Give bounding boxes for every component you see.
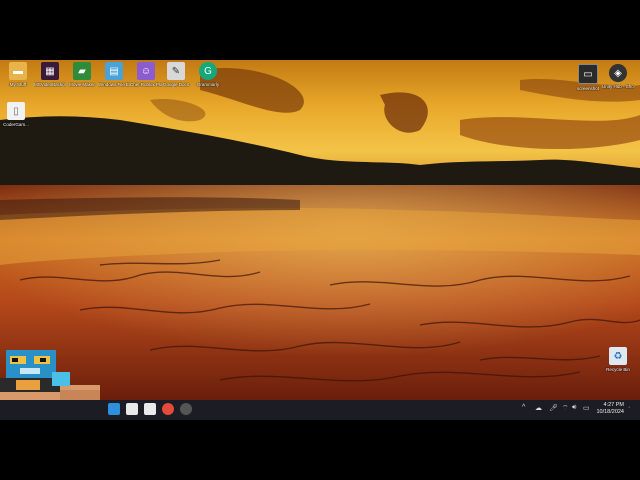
desktop-icon-label: screenshot — [576, 86, 599, 91]
system-clock[interactable]: 4:27 PM 10/18/2024 — [596, 402, 624, 416]
docs-icon: ✎ — [167, 62, 185, 80]
notification-bell-icon[interactable]: · — [628, 404, 630, 411]
desktop-icon-label: Unity Hub - Shortcut — [602, 84, 634, 89]
grammarly-icon: G — [199, 62, 217, 80]
desktop-icon-label: Windows File Explorer ... — [98, 82, 130, 87]
explorer-icon: ▤ — [105, 62, 123, 80]
file-explorer-icon[interactable] — [108, 403, 120, 415]
clapper-icon: ▰ — [73, 62, 91, 80]
desktop-icon-screenshot[interactable]: ▭ screenshot — [572, 64, 604, 91]
desktop-icon-label: Chef Roblox Player — [130, 82, 162, 87]
folder-icon: ▬ — [9, 62, 27, 80]
tray-overflow-chevron[interactable]: ^ — [522, 404, 525, 411]
wallpaper — [0, 60, 640, 400]
clock-date: 10/18/2024 — [596, 409, 624, 415]
desktop-icon-docs[interactable]: ✎ Google Docs — [160, 62, 192, 87]
capcut-icon[interactable] — [144, 403, 156, 415]
desktop-icon-recycle-bin[interactable]: ♻ Recycle Bin — [602, 347, 634, 372]
desktop-screen: ▬ My Stuff ▦ MSVideoBackground Colors ▰ Movie… — [0, 60, 640, 420]
desktop-icon-label: Google Docs — [162, 82, 189, 87]
desktop-icon-label: MSVideoBackground Colors — [34, 82, 66, 87]
microphone-icon[interactable]: 🎤︎ — [549, 404, 558, 412]
app-icon: ▦ — [41, 62, 59, 80]
image-icon: ▭ — [578, 64, 598, 84]
desktop-icon-unity-hub[interactable]: ◈ Unity Hub - Shortcut — [602, 64, 634, 89]
unity-icon: ◈ — [609, 64, 627, 82]
desktop-icon-app[interactable]: ▦ MSVideoBackground Colors — [34, 62, 66, 87]
clock-time: 4:27 PM — [603, 402, 624, 408]
desktop-icon-folder[interactable]: ▬ My Stuff — [2, 62, 34, 87]
desktop-icon-label: CoderGam... — [3, 122, 29, 127]
desktop-icon-label: Recycle Bin — [606, 367, 630, 372]
chrome-icon[interactable] — [162, 403, 174, 415]
desktop-icon-grammarly[interactable]: G Grammarly — [192, 62, 224, 87]
taskbar: ^ ☁ 🎤︎ ⌔ 🔊︎ ▭ 4:27 PM 10/18/2024 · — [0, 400, 640, 420]
notepad-icon[interactable] — [126, 403, 138, 415]
desktop-icon-explorer[interactable]: ▤ Windows File Explorer ... — [98, 62, 130, 87]
document-icon: ▯ — [7, 102, 25, 120]
recycle-bin-icon: ♻ — [609, 347, 627, 365]
wifi-icon[interactable]: ⌔ — [562, 404, 569, 413]
desktop-icon-label: Grammarly — [196, 82, 220, 87]
desktop-icon-label: Movie Maker — [69, 82, 95, 87]
desktop-icon-roblox[interactable]: ☺ Chef Roblox Player — [130, 62, 162, 87]
unity-icon[interactable] — [180, 403, 192, 415]
cloud-icon[interactable]: ☁ — [535, 404, 542, 412]
roblox-icon: ☺ — [137, 62, 155, 80]
desktop-icon-label: My Stuff — [9, 82, 27, 87]
desktop-icon-clapper[interactable]: ▰ Movie Maker — [66, 62, 98, 87]
volume-icon[interactable]: 🔊︎ — [572, 404, 576, 412]
desktop-icon-codergam[interactable]: ▯ CoderGam... — [0, 102, 32, 127]
battery-icon[interactable]: ▭ — [583, 404, 590, 412]
